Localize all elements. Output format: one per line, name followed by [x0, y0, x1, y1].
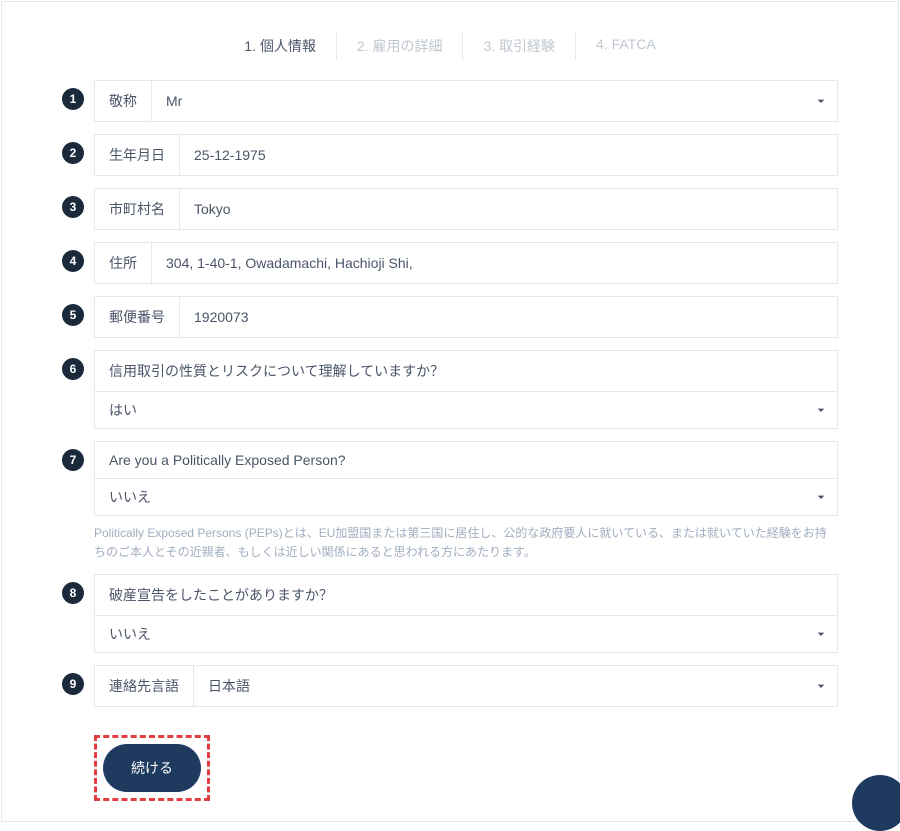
- input-address[interactable]: [152, 243, 837, 283]
- form-body: 1 敬称 Mr 2 生年月日 3: [2, 80, 898, 707]
- step-badge-2: 2: [62, 142, 84, 164]
- step-badge-5: 5: [62, 304, 84, 326]
- label-bankruptcy: 破産宣告をしたことがありますか？: [94, 574, 838, 616]
- step-badge-3: 3: [62, 196, 84, 218]
- submit-highlight: 続ける: [94, 735, 210, 801]
- step-badge-4: 4: [62, 250, 84, 272]
- input-city[interactable]: [180, 189, 837, 229]
- input-postal[interactable]: [180, 297, 837, 337]
- step-badge-9: 9: [62, 673, 84, 695]
- tab-experience[interactable]: 3. 取引経験: [463, 32, 576, 60]
- label-margin: 信用取引の性質とリスクについて理解していますか？: [94, 350, 838, 392]
- step-badge-8: 8: [62, 582, 84, 604]
- row-margin: 6 信用取引の性質とリスクについて理解していますか？ はい: [62, 350, 838, 429]
- label-title: 敬称: [95, 81, 152, 121]
- tab-employment[interactable]: 2. 雇用の詳細: [337, 32, 464, 60]
- label-postal: 郵便番号: [95, 297, 180, 337]
- floating-action-button[interactable]: [852, 775, 900, 831]
- row-pep: 7 Are you a Politically Exposed Person? …: [62, 441, 838, 562]
- label-dob: 生年月日: [95, 135, 180, 175]
- row-address: 4 住所: [62, 242, 838, 284]
- select-language[interactable]: 日本語: [194, 666, 837, 706]
- row-bankruptcy: 8 破産宣告をしたことがありますか？ いいえ: [62, 574, 838, 653]
- row-language: 9 連絡先言語 日本語: [62, 665, 838, 707]
- select-margin[interactable]: はい: [94, 392, 838, 429]
- label-pep: Are you a Politically Exposed Person?: [94, 441, 838, 479]
- tab-fatca[interactable]: 4. FATCA: [576, 32, 676, 60]
- step-badge-6: 6: [62, 358, 84, 380]
- step-badge-1: 1: [62, 88, 84, 110]
- select-title[interactable]: Mr: [152, 81, 837, 121]
- form-container: 1. 個人情報 2. 雇用の詳細 3. 取引経験 4. FATCA 1 敬称 M…: [1, 1, 899, 822]
- row-city: 3 市町村名: [62, 188, 838, 230]
- step-tabs: 1. 個人情報 2. 雇用の詳細 3. 取引経験 4. FATCA: [2, 2, 898, 80]
- select-bankruptcy[interactable]: いいえ: [94, 616, 838, 653]
- helper-pep: Politically Exposed Persons (PEPs)とは、EU加…: [94, 524, 838, 562]
- row-dob: 2 生年月日: [62, 134, 838, 176]
- row-postal: 5 郵便番号: [62, 296, 838, 338]
- row-title: 1 敬称 Mr: [62, 80, 838, 122]
- label-address: 住所: [95, 243, 152, 283]
- input-dob[interactable]: [180, 135, 837, 175]
- tab-personal-info[interactable]: 1. 個人情報: [224, 32, 337, 60]
- continue-button[interactable]: 続ける: [103, 744, 201, 792]
- label-language: 連絡先言語: [95, 666, 194, 706]
- step-badge-7: 7: [62, 449, 84, 471]
- label-city: 市町村名: [95, 189, 180, 229]
- select-pep[interactable]: いいえ: [94, 479, 838, 516]
